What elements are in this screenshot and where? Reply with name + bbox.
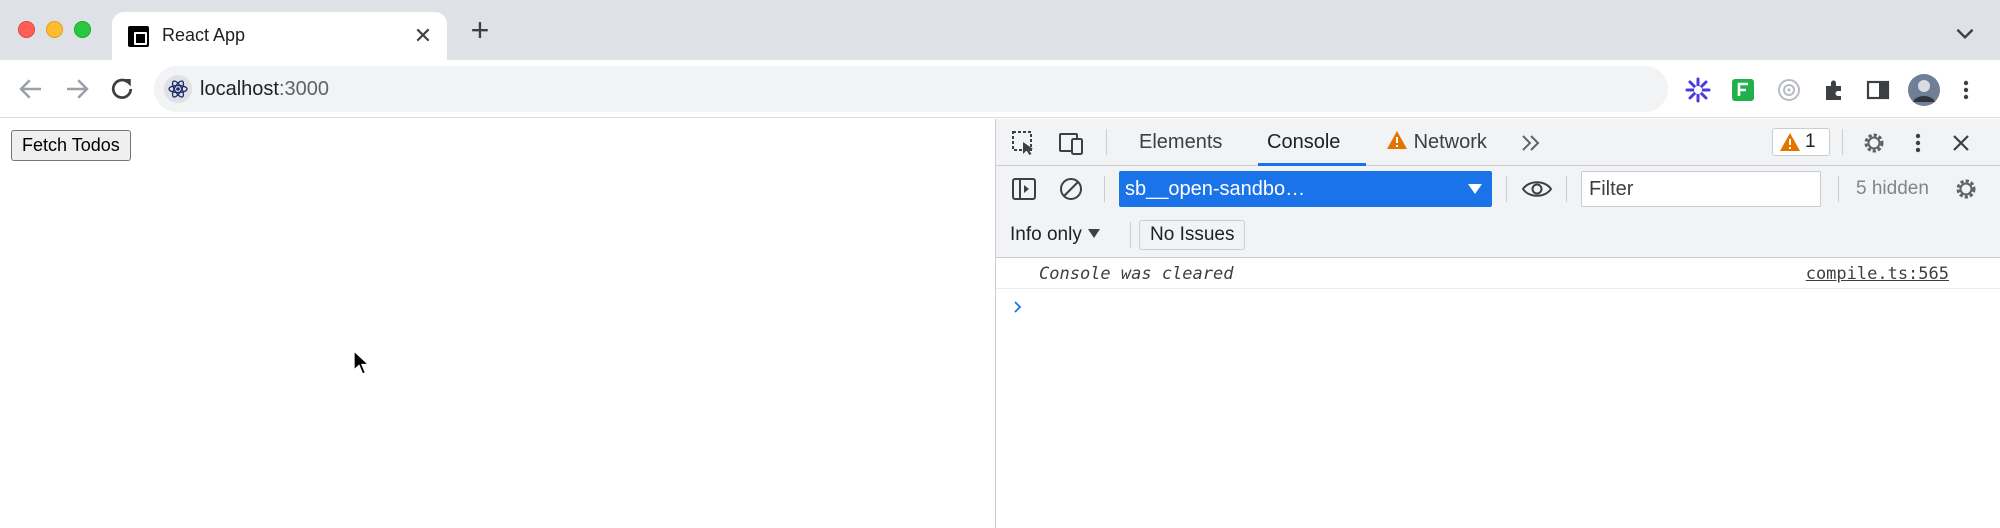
close-icon[interactable] [1947,129,1975,157]
log-levels-dropdown[interactable]: Info only [1010,224,1100,246]
tab-network-label: Network [1413,131,1487,153]
puzzle-extensions-icon[interactable] [1820,76,1848,104]
console-message-text: Console was cleared [1039,264,1234,284]
separator [1130,222,1131,248]
browser-tab[interactable]: React App ✕ [112,12,447,60]
separator [1506,176,1507,202]
warning-icon [1780,133,1800,151]
console-message: Console was cleared compile.ts:565 [996,258,2000,289]
favicon-icon [128,26,149,47]
console-prompt-chevron-icon[interactable] [1010,298,1026,316]
target-extension-icon[interactable] [1775,76,1803,104]
starburst-extension-icon[interactable] [1684,76,1712,104]
chevron-down-icon[interactable] [1952,20,1978,46]
inspect-element-icon[interactable] [1010,129,1038,157]
separator [1566,176,1567,202]
forward-arrow-icon[interactable] [62,74,92,104]
console-toolbar: sb__open-sandbo… 5 hidden [996,166,2000,212]
kebab-menu-icon[interactable] [1952,76,1980,104]
url-host: localhost [200,78,279,100]
tab-console[interactable]: Console [1267,119,1340,166]
device-toolbar-icon[interactable] [1057,129,1085,157]
tab-elements[interactable]: Elements [1139,119,1222,166]
close-icon[interactable]: ✕ [409,22,437,50]
side-panel-icon[interactable] [1864,76,1892,104]
reload-icon[interactable] [107,74,137,104]
sidebar-toggle-icon[interactable] [1010,175,1038,203]
hidden-count: 5 hidden [1856,178,1929,199]
minimize-window-button[interactable] [46,21,63,38]
close-window-button[interactable] [18,21,35,38]
filter-input-wrapper [1581,171,1821,207]
back-arrow-icon[interactable] [16,74,46,104]
separator [1104,176,1105,202]
console-levels-bar: Info only No Issues [996,212,2000,258]
log-levels-label: Info only [1010,224,1082,245]
context-selector-value: sb__open-sandbo… [1125,178,1306,200]
devtools-panel: Elements Console Network 1 sb__open-sand… [995,119,2000,528]
eye-icon[interactable] [1520,175,1554,203]
maximize-window-button[interactable] [74,21,91,38]
devtools-tab-bar: Elements Console Network 1 [996,119,2000,166]
separator [1838,176,1839,202]
tab-title: React App [162,25,246,45]
plus-icon[interactable]: + [465,14,495,46]
warning-count-badge[interactable]: 1 [1772,128,1830,156]
fetch-todos-button[interactable]: Fetch Todos [11,130,131,161]
gear-icon[interactable] [1860,129,1888,157]
react-logo-icon[interactable] [164,75,192,103]
filter-input[interactable] [1582,172,1820,206]
address-bar[interactable]: localhost:3000 [154,66,1668,112]
double-chevron-right-icon[interactable] [1517,129,1545,157]
dropdown-arrow-icon [1468,184,1482,194]
separator [1842,129,1843,155]
gear-icon[interactable] [1952,175,1980,203]
warning-icon [1387,131,1407,149]
page-viewport: Fetch Todos [0,119,995,528]
tab-strip: React App ✕ + [0,0,2000,60]
clear-console-icon[interactable] [1057,175,1085,203]
kebab-menu-icon[interactable] [1904,129,1932,157]
url-port: :3000 [278,78,329,100]
console-message-source-link[interactable]: compile.ts:565 [1806,264,1949,284]
dropdown-arrow-icon [1087,229,1100,238]
profile-avatar[interactable] [1908,74,1940,106]
separator [1106,129,1107,155]
mouse-cursor-icon [353,350,371,375]
warning-count: 1 [1805,131,1816,152]
green-f-extension-icon[interactable] [1729,76,1757,104]
url-text: localhost:3000 [200,78,329,101]
issues-button[interactable]: No Issues [1139,220,1246,250]
tab-network[interactable]: Network [1386,119,1487,166]
context-selector[interactable]: sb__open-sandbo… [1119,171,1492,207]
browser-toolbar: localhost:3000 [0,60,2000,118]
